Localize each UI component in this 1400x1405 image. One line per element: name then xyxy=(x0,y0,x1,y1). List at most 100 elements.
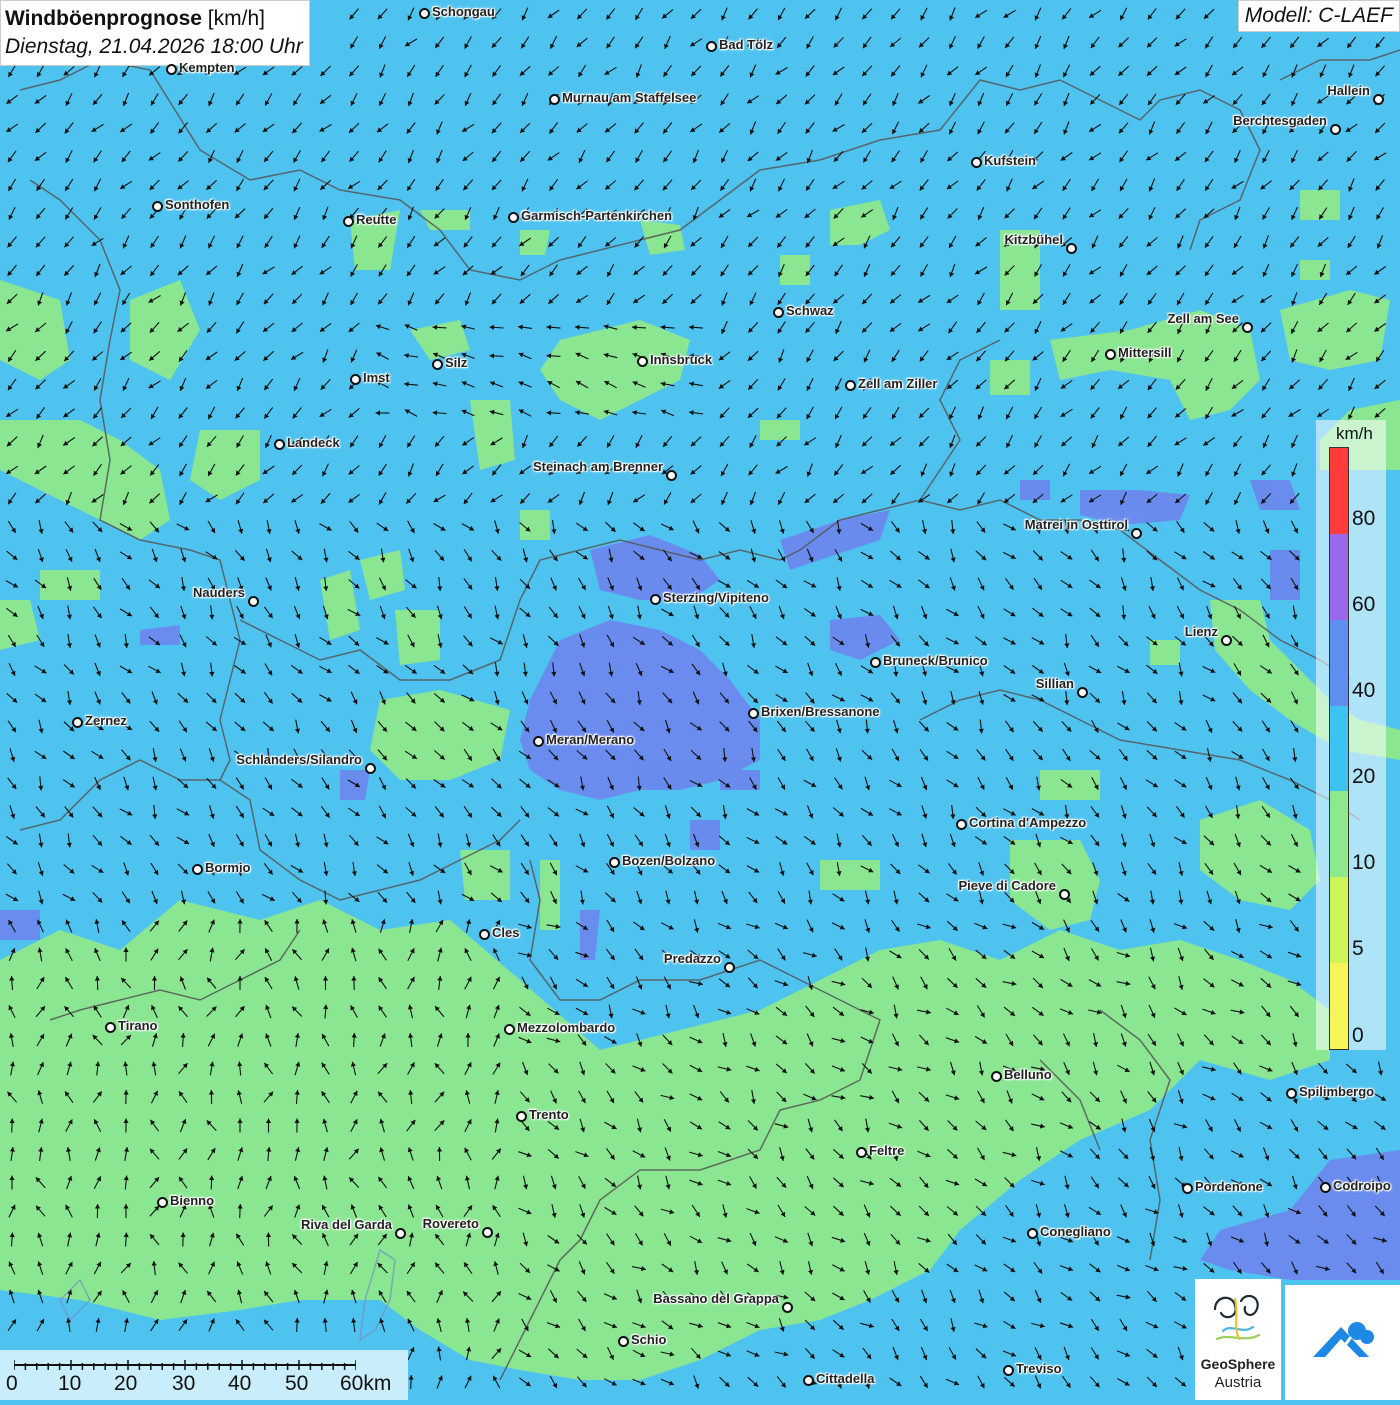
scale-ticks xyxy=(14,1360,356,1370)
city-label: Cittadella xyxy=(816,1371,875,1386)
city-marker[interactable] xyxy=(1373,94,1384,105)
city-label: Riva del Garda xyxy=(301,1217,392,1232)
city-marker[interactable] xyxy=(479,929,490,940)
city-marker[interactable] xyxy=(618,1336,629,1347)
city-marker[interactable] xyxy=(1320,1182,1331,1193)
city-marker[interactable] xyxy=(782,1302,793,1313)
logo-sub: Austria xyxy=(1195,1374,1281,1391)
city-label: Bormio xyxy=(205,860,251,875)
city-marker[interactable] xyxy=(1059,889,1070,900)
city-label: Bozen/Bolzano xyxy=(622,853,715,868)
legend-label: 5 xyxy=(1352,937,1364,961)
city-marker[interactable] xyxy=(1286,1088,1297,1099)
city-marker[interactable] xyxy=(1077,687,1088,698)
city-label: Cles xyxy=(492,925,519,940)
city-label: Predazzo xyxy=(664,951,721,966)
city-marker[interactable] xyxy=(666,470,677,481)
city-marker[interactable] xyxy=(192,864,203,875)
city-marker[interactable] xyxy=(516,1111,527,1122)
city-label: Pordenone xyxy=(1195,1179,1263,1194)
city-label: Cortina d'Ampezzo xyxy=(969,815,1086,830)
map-title: Windböenprognose [km/h] xyxy=(5,5,303,33)
legend-swatch xyxy=(1330,620,1348,706)
city-marker[interactable] xyxy=(1105,349,1116,360)
city-label: Mezzolombardo xyxy=(517,1020,615,1035)
legend-swatch xyxy=(1330,448,1348,534)
city-label: Zell am See xyxy=(1167,311,1239,326)
city-marker[interactable] xyxy=(432,359,443,370)
city-label: Bienno xyxy=(170,1193,214,1208)
city-marker[interactable] xyxy=(706,41,717,52)
city-label: Treviso xyxy=(1016,1361,1062,1376)
legend-swatch xyxy=(1330,534,1348,620)
city-marker[interactable] xyxy=(1003,1365,1014,1376)
city-marker[interactable] xyxy=(365,763,376,774)
city-marker[interactable] xyxy=(748,708,759,719)
city-marker[interactable] xyxy=(533,736,544,747)
city-label: Tirano xyxy=(118,1018,158,1033)
color-legend: km/h 806040201050 xyxy=(1316,420,1386,1050)
scale-label: 0 xyxy=(6,1372,18,1396)
legend-swatch xyxy=(1330,963,1348,1049)
city-marker[interactable] xyxy=(504,1024,515,1035)
city-marker[interactable] xyxy=(72,717,83,728)
legend-color-bar xyxy=(1329,447,1349,1050)
city-marker[interactable] xyxy=(803,1375,814,1386)
city-label: Trento xyxy=(529,1107,569,1122)
city-marker[interactable] xyxy=(1182,1183,1193,1194)
scale-label: 50 xyxy=(285,1372,308,1396)
city-label: Zell am Ziller xyxy=(858,376,937,391)
legend-label: 20 xyxy=(1352,765,1375,789)
city-label: Nauders xyxy=(193,585,245,600)
city-marker[interactable] xyxy=(637,356,648,367)
city-marker[interactable] xyxy=(549,94,560,105)
city-label: Sonthofen xyxy=(165,197,229,212)
logo-name: GeoSphere xyxy=(1195,1356,1281,1372)
city-marker[interactable] xyxy=(274,439,285,450)
city-marker[interactable] xyxy=(157,1197,168,1208)
city-marker[interactable] xyxy=(870,657,881,668)
city-label: Schongau xyxy=(432,4,495,19)
city-marker[interactable] xyxy=(609,857,620,868)
city-marker[interactable] xyxy=(724,962,735,973)
city-marker[interactable] xyxy=(105,1022,116,1033)
city-marker[interactable] xyxy=(773,307,784,318)
city-marker[interactable] xyxy=(1330,124,1341,135)
city-marker[interactable] xyxy=(1131,528,1142,539)
city-label: Landeck xyxy=(287,435,340,450)
city-label: Kufstein xyxy=(984,153,1036,168)
scale-label: 10 xyxy=(58,1372,81,1396)
city-label: Bruneck/Brunico xyxy=(883,653,988,668)
city-marker[interactable] xyxy=(152,201,163,212)
city-label: Schio xyxy=(631,1332,666,1347)
city-marker[interactable] xyxy=(343,216,354,227)
city-marker[interactable] xyxy=(1221,635,1232,646)
map-title-box: Windböenprognose [km/h] Dienstag, 21.04.… xyxy=(0,0,310,66)
city-label: Garmisch-Partenkirchen xyxy=(521,208,672,223)
city-label: Belluno xyxy=(1004,1067,1052,1082)
city-marker[interactable] xyxy=(248,596,259,607)
city-marker[interactable] xyxy=(1066,243,1077,254)
city-label: Mittersill xyxy=(1118,345,1171,360)
city-marker[interactable] xyxy=(1242,322,1253,333)
city-marker[interactable] xyxy=(482,1227,493,1238)
city-label: Innsbruck xyxy=(650,352,712,367)
city-label: Spilimbergo xyxy=(1299,1084,1374,1099)
city-marker[interactable] xyxy=(845,380,856,391)
geosphere-emblem-icon xyxy=(1195,1279,1281,1354)
city-label: Sterzing/Vipiteno xyxy=(663,590,769,605)
city-marker[interactable] xyxy=(650,594,661,605)
scale-label: 60km xyxy=(340,1372,391,1396)
city-marker[interactable] xyxy=(419,8,430,19)
city-marker[interactable] xyxy=(991,1071,1002,1082)
city-marker[interactable] xyxy=(971,157,982,168)
city-marker[interactable] xyxy=(350,374,361,385)
city-marker[interactable] xyxy=(856,1147,867,1158)
city-label: Reutte xyxy=(356,212,396,227)
city-marker[interactable] xyxy=(956,819,967,830)
city-marker[interactable] xyxy=(1027,1228,1038,1239)
city-label: Brixen/Bressanone xyxy=(761,704,880,719)
city-marker[interactable] xyxy=(166,64,177,75)
city-marker[interactable] xyxy=(508,212,519,223)
city-marker[interactable] xyxy=(395,1228,406,1239)
